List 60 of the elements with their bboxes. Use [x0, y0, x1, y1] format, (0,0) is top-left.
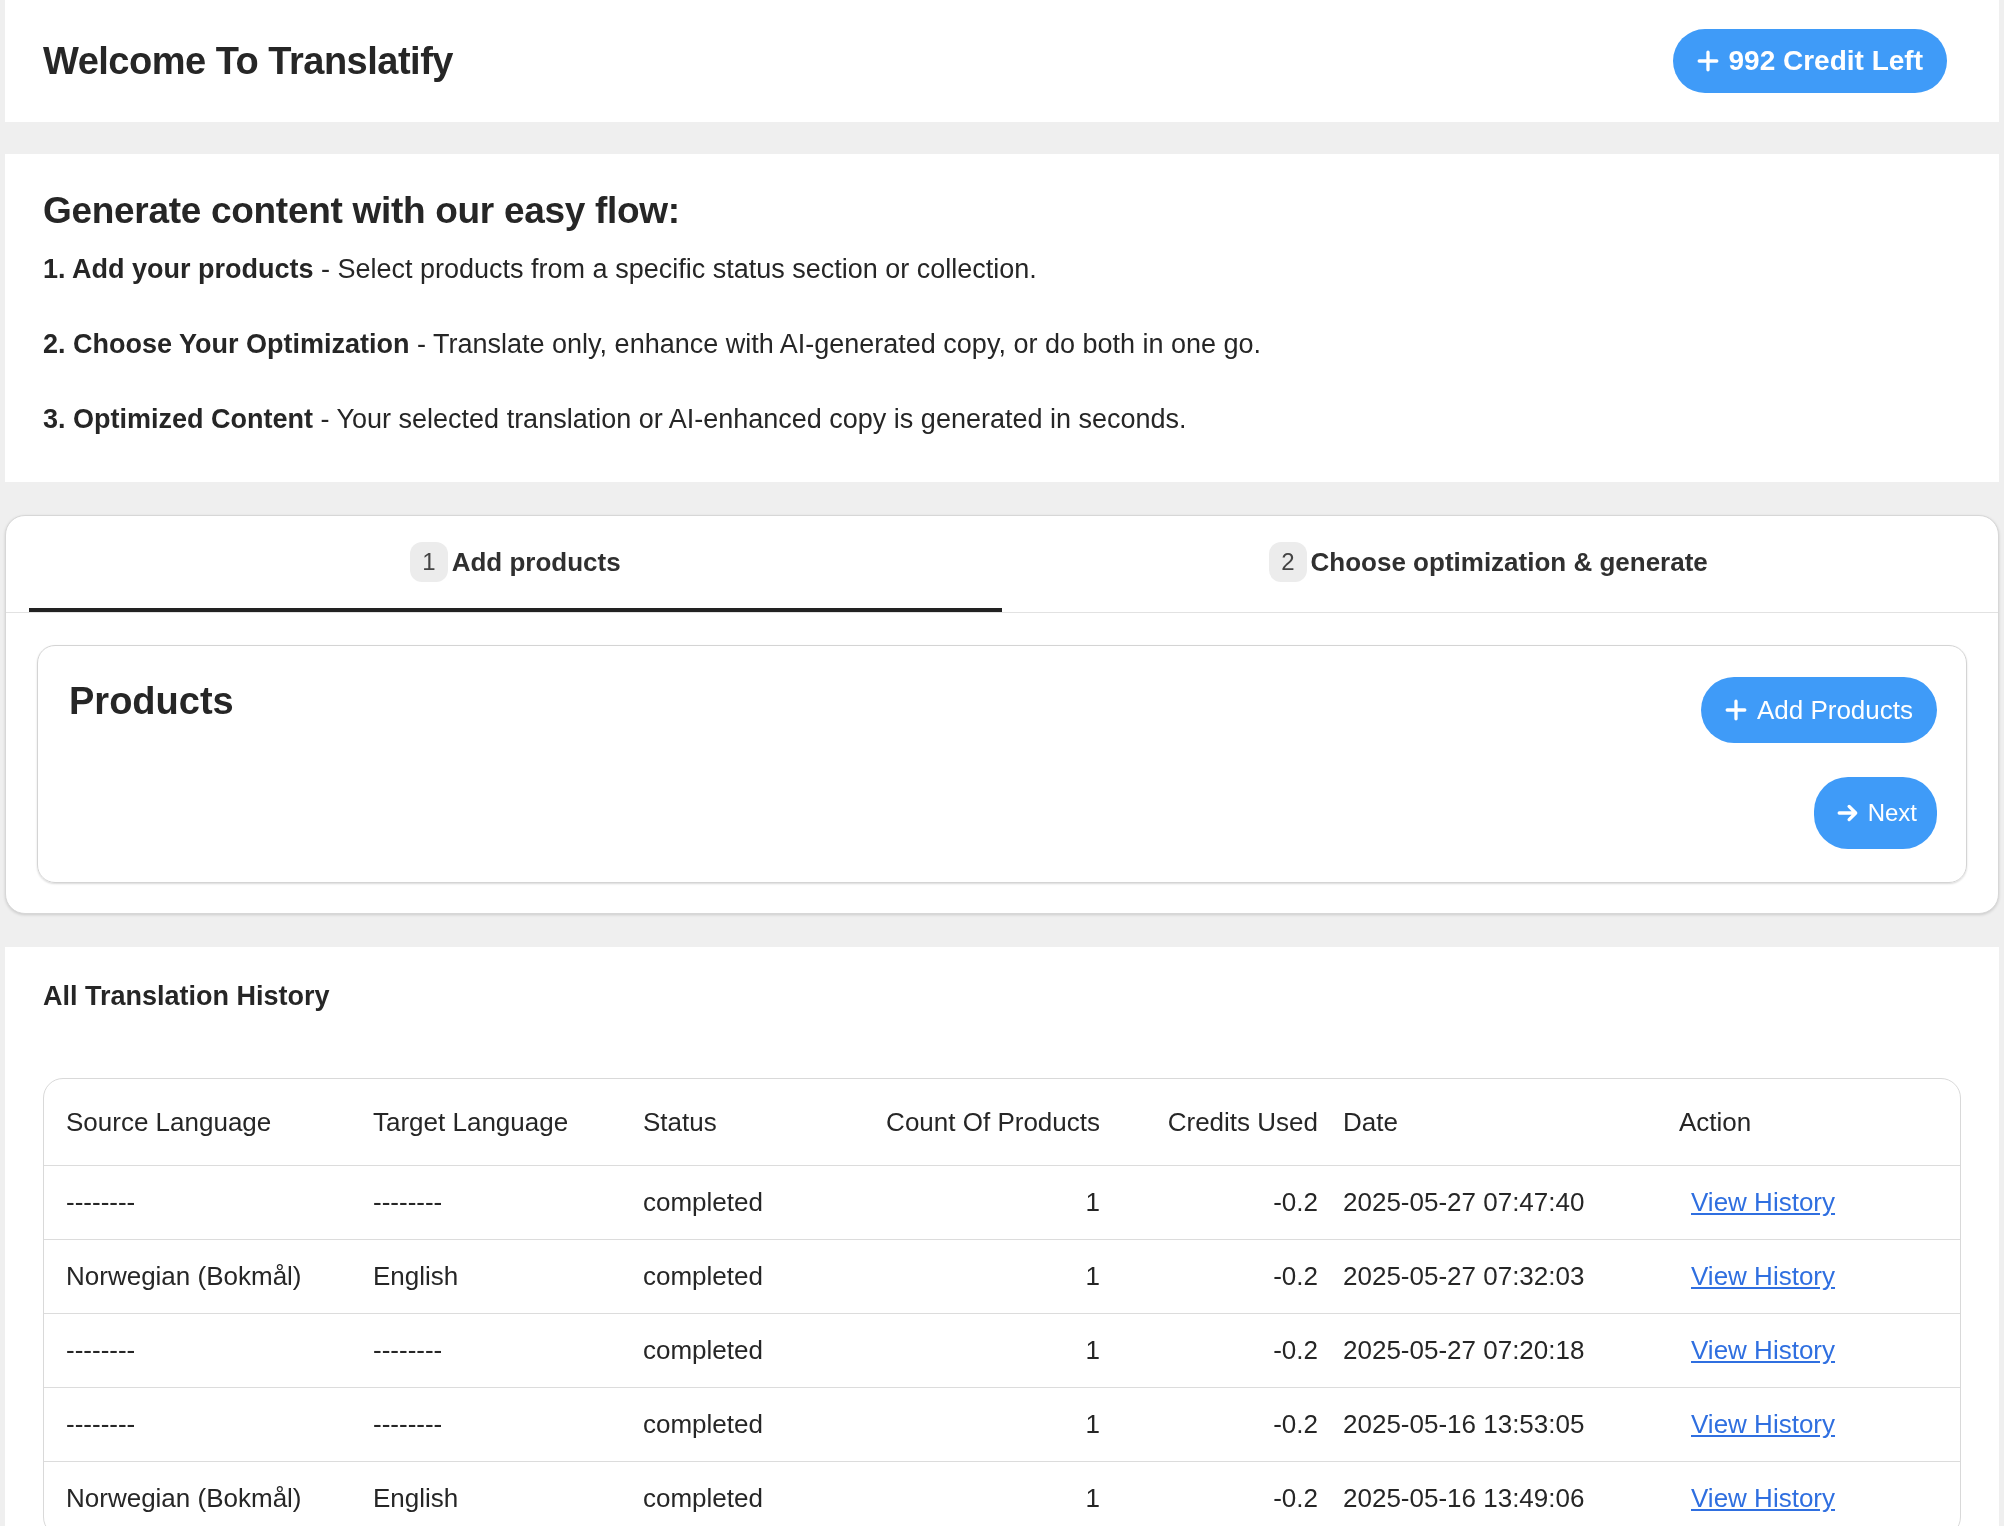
table-cell: English — [373, 1461, 643, 1526]
step-text: 3. Optimized Content - Your selected translation or AI-enhanced copy is generated in seconds. — [43, 404, 1188, 435]
table-cell: completed — [643, 1461, 868, 1526]
table-cell: 1 — [868, 1239, 1100, 1314]
table-cell: 1 — [868, 1313, 1100, 1388]
products-title: Products — [69, 680, 234, 724]
column-header: Target Language — [373, 1079, 643, 1166]
view-history-link[interactable]: View History — [1691, 1261, 1835, 1291]
table-cell: 2025-05-27 07:32:03 — [1318, 1239, 1667, 1314]
table-cell: -0.2 — [1100, 1313, 1318, 1388]
table-cell: 1 — [868, 1165, 1100, 1240]
table-cell: completed — [643, 1165, 868, 1240]
table-cell: 1 — [868, 1461, 1100, 1526]
tab-label: Add products — [451, 546, 621, 578]
step-text: 2. Choose Your Optimization - Translate only, enhance with AI-generated copy, or do both in one go. — [43, 329, 1263, 360]
table-cell: 2025-05-16 13:53:05 — [1318, 1387, 1667, 1462]
table-cell: Norwegian (Bokmål) — [44, 1239, 373, 1314]
step-number: 1 — [410, 542, 448, 582]
view-history-link[interactable]: View History — [1691, 1409, 1835, 1439]
table-cell: -0.2 — [1100, 1461, 1318, 1526]
table-cell: -------- — [44, 1387, 373, 1462]
table-cell: -0.2 — [1100, 1165, 1318, 1240]
view-history-link[interactable]: View History — [1691, 1335, 1835, 1365]
table-cell: Norwegian (Bokmål) — [44, 1461, 373, 1526]
credit-button[interactable]: 992 Credit Left — [1672, 29, 1947, 93]
view-history-link[interactable]: View History — [1691, 1483, 1835, 1513]
step-text: 1. Add your products - Select products from a specific status section or collection. — [43, 254, 1038, 285]
plus-icon — [1724, 699, 1747, 721]
table-cell: -------- — [373, 1165, 643, 1240]
next-button[interactable]: Next — [1813, 777, 1937, 849]
tab-label: Choose optimization & generate — [1310, 546, 1708, 578]
view-history-link[interactable]: View History — [1691, 1187, 1835, 1217]
table-cell: -------- — [44, 1165, 373, 1240]
table-cell: completed — [643, 1313, 868, 1388]
table-cell: 1 — [868, 1387, 1100, 1462]
table-cell: -------- — [44, 1313, 373, 1388]
table-cell: 2025-05-27 07:20:18 — [1318, 1313, 1667, 1388]
column-header: Source Language — [44, 1079, 373, 1166]
column-header: Date — [1318, 1079, 1667, 1166]
column-header: Count Of Products — [868, 1079, 1100, 1166]
table-cell: -0.2 — [1100, 1239, 1318, 1314]
column-header: Credits Used — [1100, 1079, 1318, 1166]
history-title: All Translation History — [43, 981, 331, 1012]
step-number: 2 — [1269, 542, 1307, 582]
add-products-button[interactable]: Add Products — [1700, 677, 1937, 743]
table-cell: English — [373, 1239, 643, 1314]
tab[interactable]: 1 Add products — [29, 516, 1002, 612]
table-cell: completed — [643, 1239, 868, 1314]
page-title: Welcome To Translatify — [43, 39, 453, 83]
table-cell: -0.2 — [1100, 1387, 1318, 1462]
flow-heading: Generate content with our easy flow: — [43, 190, 681, 232]
column-header: Status — [643, 1079, 868, 1166]
plus-icon — [1696, 50, 1719, 72]
table-cell: 2025-05-16 13:49:06 — [1318, 1461, 1667, 1526]
tab[interactable]: 2 Choose optimization & generate — [1002, 516, 1975, 612]
table-cell: 2025-05-27 07:47:40 — [1318, 1165, 1667, 1240]
table-cell: -------- — [373, 1313, 643, 1388]
table-cell: completed — [643, 1387, 868, 1462]
table-cell: -------- — [373, 1387, 643, 1462]
column-header: Action — [1667, 1079, 1960, 1166]
